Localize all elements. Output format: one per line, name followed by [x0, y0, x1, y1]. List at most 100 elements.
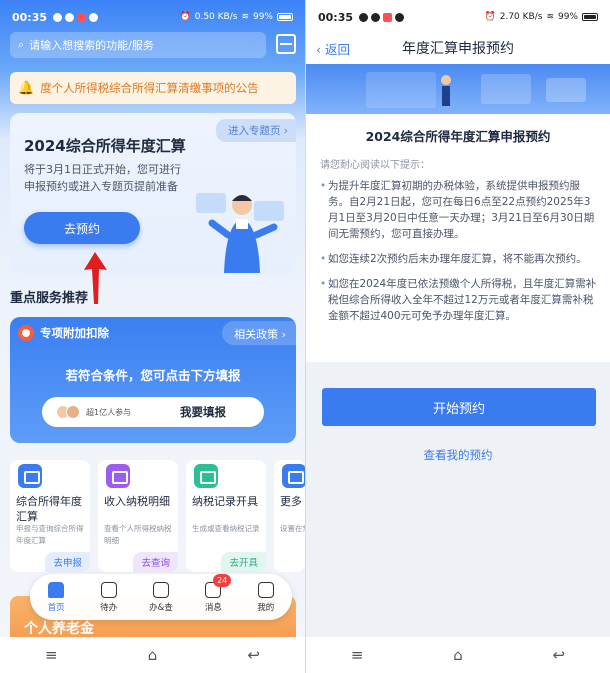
tab-label: 消息	[204, 602, 222, 613]
banner-title: 2024综合所得年度汇算	[24, 137, 186, 155]
system-nav: ≡ ⌂ ↩	[0, 637, 305, 673]
participants-text: 超1亿人参与	[86, 407, 132, 417]
home-icon[interactable]: ⌂	[453, 646, 463, 664]
special-deduction-card: 专项附加扣除 相关政策 › 若符合条件，您可点击下方填报 超1亿人参与 我要填报	[10, 317, 296, 443]
battery-icon	[277, 13, 293, 21]
status-bar: 00:35 ⏰ 2.70 KB/s ≋ 99%	[306, 0, 610, 34]
start-reservation-button[interactable]: 开始预约	[322, 388, 596, 426]
list-item: 如您连续2次预约后未办理年度汇算，将不能再次预约。	[320, 251, 600, 267]
net-speed: 2.70 KB/s	[499, 12, 543, 22]
system-nav: ≡ ⌂ ↩	[306, 637, 610, 673]
right-screen: 00:35 ⏰ 2.70 KB/s ≋ 99% ‹ 返回 年度汇算申报预约 20…	[305, 0, 610, 673]
cloud-icon	[89, 12, 99, 22]
notice-intro: 请您耐心阅读以下提示：	[320, 160, 430, 171]
tab-1[interactable]: 待办	[89, 581, 129, 613]
notice-card: 2024综合所得年度汇算申报预约 请您耐心阅读以下提示： 为提升年度汇算初期的办…	[306, 114, 610, 362]
avatars	[56, 405, 80, 419]
alarm-icon: ⏰	[484, 12, 496, 22]
my-reservation-link[interactable]: 查看我的预约	[306, 447, 610, 463]
card-header: 专项附加扣除	[18, 325, 109, 341]
message-icon	[371, 12, 381, 22]
fill-label: 我要填报	[180, 405, 226, 419]
message-count-badge: 24	[213, 573, 232, 587]
status-time: 00:35	[318, 10, 354, 24]
service-name: 收入纳税明细	[104, 495, 170, 508]
tab-label: 我的	[257, 602, 275, 613]
notification-icons	[53, 12, 99, 22]
tab-icon	[257, 581, 274, 598]
scan-icon[interactable]	[276, 34, 296, 54]
battery-text: 99%	[557, 12, 578, 22]
notification-icons	[359, 12, 405, 22]
status-bar: 00:35 ⏰ 0.50 KB/s ≋ 99%	[0, 0, 305, 34]
topic-link[interactable]: 进入专题页 ›	[215, 119, 296, 142]
service-card[interactable]: 纳税记录开具生成或查看纳税记录去开具	[186, 460, 266, 572]
chat-icon	[53, 12, 63, 22]
card-message: 若符合条件，您可点击下方填报	[65, 368, 241, 383]
net-speed: 0.50 KB/s	[194, 12, 238, 22]
related-policy-link[interactable]: 相关政策 ›	[222, 321, 296, 345]
app-icon	[383, 12, 393, 22]
pension-title: 个人养老金	[24, 621, 94, 637]
service-action-button[interactable]: 去申报	[45, 552, 90, 572]
search-icon: ⌕	[18, 38, 25, 51]
service-desc: 生成或查看纳税记录	[192, 524, 260, 533]
cloud-icon	[395, 12, 405, 22]
tab-icon	[48, 581, 65, 598]
chat-icon	[359, 12, 369, 22]
tab-4[interactable]: 我的	[246, 581, 286, 613]
tab-2[interactable]: 办&查	[141, 581, 181, 613]
notice-bar[interactable]: 🔔 度个人所得税综合所得汇算清缴事项的公告	[10, 72, 296, 104]
list-item: 如您在2024年度已依法预缴个人所得税，且年度汇算需补税但综合所得收入全年不超过…	[320, 276, 600, 324]
service-card[interactable]: 综合所得年度汇算 申报与查询综合所得年度汇算去申报	[10, 460, 90, 572]
wifi-icon: ≋	[241, 12, 249, 22]
battery-text: 99%	[252, 12, 273, 22]
tab-label: 办&查	[149, 602, 173, 613]
back-icon[interactable]: ↩	[553, 646, 566, 664]
menu-icon[interactable]: ≡	[45, 646, 58, 664]
announce-icon: 🔔	[18, 80, 35, 96]
tab-0[interactable]: 首页	[36, 581, 76, 613]
wifi-icon: ≋	[546, 12, 554, 22]
list-item: 为提升年度汇算初期的办税体验，系统提供申报预约服务。自2月21日起，您可在每日6…	[320, 178, 600, 242]
notice-list: 为提升年度汇算初期的办税体验，系统提供申报预约服务。自2月21日起，您可在每日6…	[320, 178, 600, 333]
service-name: 纳税记录开具	[192, 495, 258, 508]
status-right: ⏰ 0.50 KB/s ≋ 99%	[180, 12, 293, 22]
service-card[interactable]: 更多设置在常用功	[274, 460, 305, 572]
search-input[interactable]: ⌕ 请输入想搜索的功能/服务	[10, 32, 266, 58]
header-banner	[306, 64, 610, 114]
service-icon	[194, 464, 218, 488]
service-name: 更多	[280, 495, 302, 508]
section-title: 重点服务推荐	[10, 291, 89, 306]
banner-desc: 将于3月1日正式开始，您可进行申报预约或进入专题页提前准备	[24, 163, 181, 193]
reserve-button[interactable]: 去预约	[24, 212, 140, 244]
left-screen: 00:35 ⏰ 0.50 KB/s ≋ 99% ⌕ 请输入想搜索的功能/服务 🔔…	[0, 0, 305, 673]
menu-icon[interactable]: ≡	[351, 646, 364, 664]
fill-report-button[interactable]: 超1亿人参与 我要填报	[42, 397, 264, 427]
service-name: 综合所得年度汇算	[16, 495, 82, 523]
banner-illustration-icon	[366, 72, 586, 108]
tab-label: 首页	[47, 602, 65, 613]
page-header: ‹ 返回 年度汇算申报预约	[306, 34, 610, 64]
search-placeholder: 请输入想搜索的功能/服务	[29, 39, 154, 52]
status-time: 00:35	[12, 10, 48, 24]
person-illustration-icon	[196, 193, 284, 273]
service-desc: 设置在常用功	[280, 524, 305, 533]
service-icon	[106, 464, 130, 488]
service-icon	[282, 464, 305, 488]
service-action-button[interactable]: 去开具	[221, 552, 266, 572]
service-card[interactable]: 收入纳税明细 查看个人所得税纳税明细 去查询	[98, 460, 178, 572]
status-right: ⏰ 2.70 KB/s ≋ 99%	[485, 12, 598, 22]
tab-label: 待办	[100, 602, 118, 613]
tab-icon	[152, 581, 169, 598]
battery-icon	[582, 13, 598, 21]
home-icon[interactable]: ⌂	[148, 646, 158, 664]
back-icon[interactable]: ↩	[247, 646, 260, 664]
notice-heading: 2024综合所得年度汇算申报预约	[365, 129, 551, 144]
service-icon	[18, 464, 42, 488]
notice-text: 度个人所得税综合所得汇算清缴事项的公告	[40, 81, 259, 95]
page-title: 年度汇算申报预约	[402, 41, 514, 57]
service-desc: 申报与查询综合所得年度汇算	[16, 524, 84, 545]
service-action-button[interactable]: 去查询	[133, 552, 178, 572]
tab-3[interactable]: 消息 24	[193, 573, 233, 613]
